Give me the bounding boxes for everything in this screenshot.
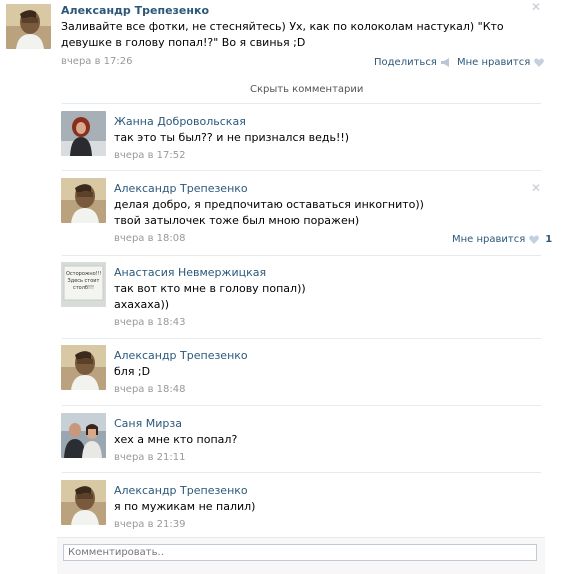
comment-avatar[interactable] (61, 480, 106, 525)
comment-time[interactable]: вчера в 21:11 (114, 452, 186, 463)
divider (62, 405, 541, 406)
comment-author-name[interactable]: Александр Трепезенко (114, 349, 248, 362)
comment-like-label: Мне нравится (452, 234, 526, 245)
comment-time[interactable]: вчера в 18:48 (114, 384, 186, 395)
heart-icon (528, 232, 543, 245)
megaphone-icon (440, 55, 451, 68)
comment-input[interactable] (63, 544, 537, 561)
comment-text: хех а мне кто попал? (114, 433, 238, 446)
divider (62, 170, 541, 171)
comment-avatar[interactable] (61, 178, 106, 223)
post-like-button[interactable]: Мне нравится (457, 55, 544, 68)
comment-author-name[interactable]: Александр Трепезенко (114, 484, 248, 497)
post-text: Заливайте все фотки, не стесняйтесь) Ух,… (61, 20, 504, 49)
post-author-name[interactable]: Александр Трепезенко (61, 4, 209, 17)
comment-avatar[interactable] (61, 111, 106, 156)
comment-text: так вот кто мне в голову попал)) (114, 282, 306, 295)
heart-icon (533, 55, 544, 68)
comment-time[interactable]: вчера в 17:52 (114, 150, 186, 161)
comment-author-name[interactable]: Александр Трепезенко (114, 182, 248, 195)
comment-time[interactable]: вчера в 18:43 (114, 317, 186, 328)
comment-text: делая добро, я предпочитаю оставаться ин… (114, 198, 424, 211)
page: { "post": { "author": "Александр Трепезе… (0, 0, 581, 574)
divider (62, 338, 541, 339)
post-like-label: Мне нравится (457, 57, 531, 68)
close-icon[interactable]: ✕ (531, 0, 541, 14)
comment-like-button[interactable]: Мне нравится 1 (452, 232, 552, 245)
comment-text: твой затылочек тоже был мною поражен) (114, 214, 360, 227)
comment-author-name[interactable]: Жанна Добровольская (114, 115, 246, 128)
comment-time[interactable]: вчера в 21:39 (114, 519, 186, 530)
divider (62, 255, 541, 256)
avatar-sign-text: Осторожно!!! Здесь стоит столб!!! (66, 271, 102, 291)
divider (62, 472, 541, 473)
divider (62, 103, 541, 104)
comment-author-name[interactable]: Саня Мирза (114, 417, 182, 430)
comment-input-area (57, 537, 545, 574)
close-icon[interactable]: ✕ (531, 181, 541, 195)
post-time[interactable]: вчера в 17:26 (61, 56, 133, 67)
share-button[interactable]: Поделиться (374, 55, 451, 68)
comment-time[interactable]: вчера в 18:08 (114, 233, 186, 244)
like-count: 1 (545, 234, 553, 245)
comment-avatar[interactable] (61, 413, 106, 458)
comment-author-name[interactable]: Анастасия Невмержицкая (114, 266, 266, 279)
hide-comments-link[interactable]: Скрыть комментарии (250, 84, 363, 95)
comment-text: так это ты был?? и не признался ведь!!) (114, 131, 350, 144)
comment-avatar[interactable]: Осторожно!!! Здесь стоит столб!!! (61, 262, 106, 307)
comment-avatar[interactable] (61, 345, 106, 390)
comment-text: ахахаха)) (114, 298, 170, 311)
comment-text: бля ;D (114, 365, 151, 378)
comment-text: я по мужикам не палил) (114, 500, 256, 513)
share-label: Поделиться (374, 57, 437, 68)
post-author-avatar[interactable] (6, 4, 51, 49)
